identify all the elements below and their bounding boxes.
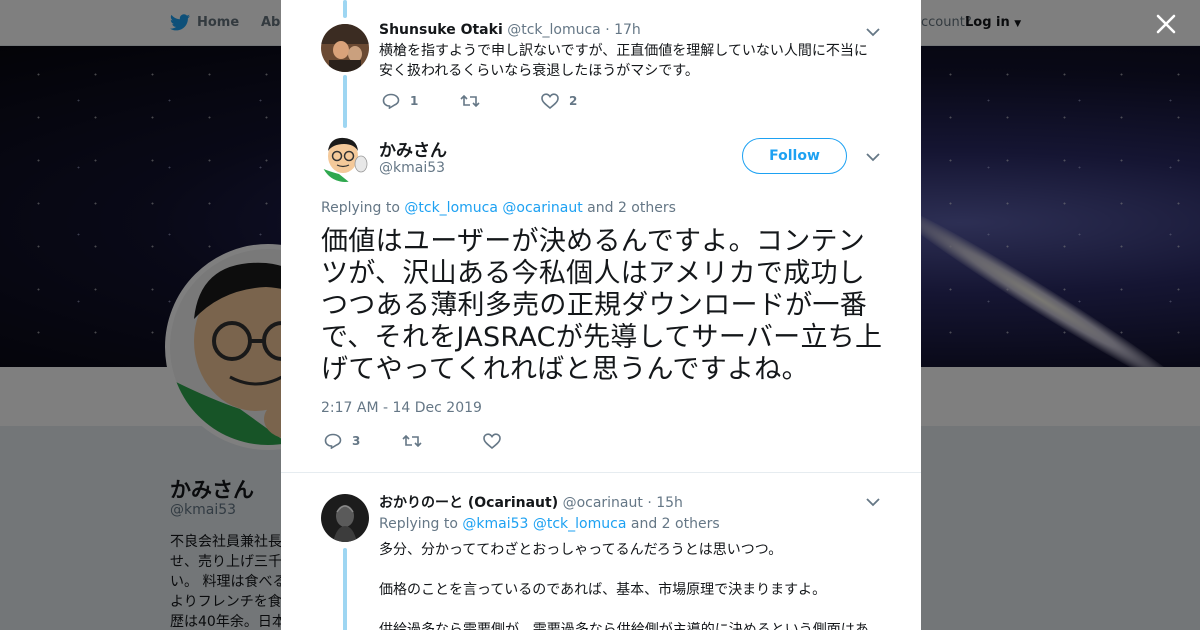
tweet-timestamp[interactable]: 2:17 AM - 14 Dec 2019 (321, 400, 482, 416)
tweet-header: Shunsuke Otaki @tck_lomuca · 17h (379, 22, 641, 38)
thread-connector (343, 0, 347, 18)
replying-prefix: Replying to (321, 200, 400, 216)
like-action[interactable] (483, 433, 511, 449)
tweet-text: 横槍を指すようで申し訳ないですが、正直価値を理解していない人間に不当に 安く扱わ… (379, 41, 889, 81)
mention-link[interactable]: @tck_lomuca (533, 516, 627, 532)
retweet-icon (402, 434, 422, 448)
reply-icon (382, 93, 400, 109)
thread-connector (343, 75, 347, 128)
retweet-action[interactable] (460, 93, 490, 109)
replying-others[interactable]: and 2 others (631, 516, 720, 532)
mention-link[interactable]: @ocarinaut (502, 200, 582, 216)
like-count: 2 (569, 94, 578, 108)
like-icon (541, 93, 559, 109)
author-name[interactable]: かみさん (379, 136, 447, 161)
reply-action[interactable]: 1 (382, 93, 418, 109)
tweet-text: 価値はユーザーが決めるんですよ。コンテンツが、沢山ある今私個人はアメリカで成功し… (321, 226, 883, 385)
mention-link[interactable]: @tck_lomuca (404, 200, 498, 216)
user-handle[interactable]: @tck_lomuca (507, 22, 601, 38)
chevron-down-icon[interactable] (866, 152, 880, 162)
replying-prefix: Replying to (379, 516, 458, 532)
tweet-paragraph: 多分、分かっててわざとおっしゃってるんだろうとは思いつつ。 (379, 542, 783, 558)
mention-link[interactable]: @kmai53 (462, 516, 528, 532)
replying-to: Replying to @kmai53 @tck_lomuca and 2 ot… (379, 516, 720, 532)
like-action[interactable]: 2 (541, 93, 577, 109)
avatar[interactable] (321, 134, 369, 182)
user-name[interactable]: Shunsuke Otaki (379, 22, 503, 38)
tweet-header: おかりのーと (Ocarinaut) @ocarinaut · 15h (379, 492, 683, 512)
divider (281, 472, 921, 473)
author-handle[interactable]: @kmai53 (379, 160, 445, 176)
user-handle[interactable]: @ocarinaut (563, 495, 643, 511)
tweet-paragraph: 供給過多なら需要側が、需要過多なら供給側が主導的に決めるという側面はあ (379, 622, 869, 630)
reply-action[interactable]: 3 (324, 433, 360, 449)
tweet-text: 多分、分かっててわざとおっしゃってるんだろうとは思いつつ。 価格のことを言ってい… (379, 540, 889, 630)
chevron-down-icon[interactable] (866, 27, 880, 37)
avatar[interactable] (321, 494, 369, 542)
replying-to: Replying to @tck_lomuca @ocarinaut and 2… (321, 200, 676, 216)
like-icon (483, 433, 501, 449)
avatar[interactable] (321, 24, 369, 72)
close-icon[interactable] (1152, 10, 1180, 38)
reply-count: 3 (352, 434, 361, 448)
reply-icon (324, 433, 342, 449)
user-name[interactable]: おかりのーと (Ocarinaut) (379, 495, 558, 511)
tweet-modal: Shunsuke Otaki @tck_lomuca · 17h 横槍を指すよう… (281, 0, 921, 630)
reply-count: 1 (410, 94, 419, 108)
thread-connector (343, 548, 347, 630)
retweet-action[interactable] (402, 433, 432, 449)
tweet-time[interactable]: · 15h (647, 495, 683, 511)
tweet-time[interactable]: · 17h (605, 22, 641, 38)
chevron-down-icon[interactable] (866, 497, 880, 507)
tweet-text-line: 横槍を指すようで申し訳ないですが、正直価値を理解していない人間に不当に (379, 43, 868, 59)
follow-button[interactable]: Follow (742, 138, 847, 174)
retweet-icon (460, 94, 480, 108)
tweet-paragraph: 価格のことを言っているのであれば、基本、市場原理で決まりますよ。 (379, 582, 827, 598)
replying-others[interactable]: and 2 others (587, 200, 676, 216)
tweet-text-line: 安く扱われるくらいなら衰退したほうがマシです。 (379, 63, 699, 79)
